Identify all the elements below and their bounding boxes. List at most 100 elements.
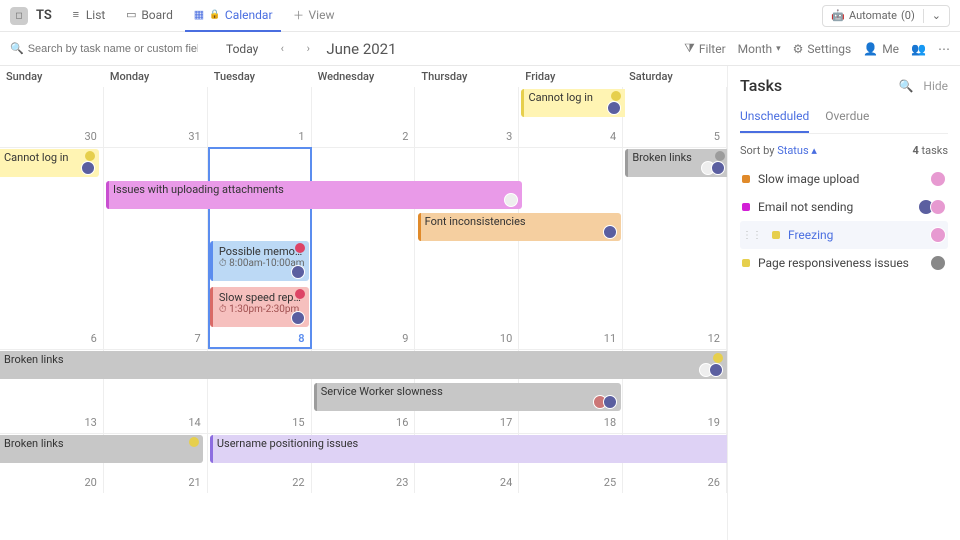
calendar-day[interactable]: 31: [104, 87, 208, 147]
calendar-day[interactable]: 1: [208, 87, 312, 147]
day-number: 15: [292, 416, 304, 429]
today-button[interactable]: Today: [220, 39, 264, 59]
event-title: Slow speed reported: [219, 291, 303, 304]
search-icon[interactable]: 🔍: [898, 79, 913, 93]
calendar-event[interactable]: Cannot log in: [0, 149, 99, 177]
tab-unscheduled[interactable]: Unscheduled: [740, 105, 809, 133]
event-title: Broken links: [4, 353, 723, 366]
day-number: 25: [604, 476, 616, 489]
event-avatars: [607, 101, 621, 115]
day-number: 23: [396, 476, 408, 489]
month-title: June 2021: [326, 40, 396, 58]
add-view-button[interactable]: ＋ View: [285, 0, 343, 32]
month-select[interactable]: Month▾: [738, 42, 781, 56]
me-label: Me: [882, 42, 899, 56]
event-avatars: [603, 225, 617, 239]
tab-calendar[interactable]: ▦ 🔒 Calendar: [185, 0, 281, 32]
status-square: [742, 259, 750, 267]
workspace-icon[interactable]: ◻: [10, 7, 28, 25]
status-square: [742, 175, 750, 183]
event-title: Broken links: [4, 437, 199, 450]
day-number: 3: [506, 130, 512, 143]
event-avatars: [504, 193, 518, 207]
task-item[interactable]: Page responsiveness issues: [740, 249, 948, 277]
dow-header: Wednesday: [312, 66, 416, 87]
tab-overdue[interactable]: Overdue: [825, 105, 869, 133]
calendar-day[interactable]: 2: [312, 87, 416, 147]
event-title: Username positioning issues: [217, 437, 725, 450]
filter-button[interactable]: ⧩Filter: [684, 41, 726, 56]
sort-asc-icon: ▴: [811, 144, 817, 157]
task-count: 4 tasks: [912, 144, 948, 157]
calendar-day[interactable]: 5: [623, 87, 727, 147]
tasks-panel-title: Tasks: [740, 76, 782, 95]
day-number: 6: [91, 332, 97, 345]
calendar-day[interactable]: 10: [415, 147, 519, 349]
event-title: Service Worker slowness: [321, 385, 617, 398]
workspace-name[interactable]: TS: [36, 8, 52, 23]
search-field[interactable]: [28, 43, 198, 55]
event-avatars: [291, 265, 305, 279]
task-avatars: [918, 199, 946, 215]
event-title: Font inconsistencies: [425, 215, 617, 228]
calendar-event[interactable]: Slow speed reported⏱ 1:30pm-2:30pm: [210, 287, 309, 327]
dow-header: Friday: [519, 66, 623, 87]
day-number: 4: [610, 130, 616, 143]
tab-list[interactable]: ≡ List: [62, 0, 114, 32]
task-item[interactable]: ⋮⋮Freezing: [740, 221, 948, 249]
sort-control[interactable]: Sort by Status ▴: [740, 144, 817, 157]
calendar-event[interactable]: Issues with uploading attachments: [106, 181, 522, 209]
calendar-event[interactable]: Cannot log in: [521, 89, 625, 117]
day-number: 22: [292, 476, 304, 489]
calendar-grid[interactable]: SundayMondayTuesdayWednesdayThursdayFrid…: [0, 66, 728, 540]
task-avatars: [930, 171, 946, 187]
day-number: 21: [188, 476, 200, 489]
hide-button[interactable]: Hide: [923, 79, 948, 93]
calendar-day[interactable]: 12: [623, 147, 727, 349]
assignees-button[interactable]: 👥: [911, 42, 926, 56]
person-icon: 👤: [863, 42, 878, 56]
plus-icon: ＋: [293, 9, 305, 21]
calendar-event[interactable]: Possible memory leak⏱ 8:00am-10:00am: [210, 241, 309, 281]
settings-label: Settings: [807, 42, 851, 56]
automate-button[interactable]: 🤖 Automate (0) ⌄: [822, 5, 950, 27]
task-item[interactable]: Email not sending: [740, 193, 948, 221]
tab-board[interactable]: ▭ Board: [117, 0, 181, 32]
me-button[interactable]: 👤 Me: [863, 42, 899, 56]
lock-icon: 🔒: [209, 9, 221, 21]
avatar: [603, 395, 617, 409]
task-item[interactable]: Slow image upload: [740, 165, 948, 193]
calendar-event[interactable]: Broken links: [625, 149, 728, 177]
more-button[interactable]: ⋯: [938, 42, 950, 56]
settings-button[interactable]: ⚙Settings: [793, 42, 852, 56]
list-icon: ≡: [70, 9, 82, 21]
calendar-event[interactable]: Font inconsistencies: [418, 213, 621, 241]
calendar-event[interactable]: Broken links: [0, 435, 203, 463]
avatar: [930, 227, 946, 243]
calendar-day[interactable]: 9: [312, 147, 416, 349]
prev-month-button[interactable]: ‹: [274, 41, 290, 57]
calendar-day[interactable]: 7: [104, 147, 208, 349]
next-month-button[interactable]: ›: [300, 41, 316, 57]
calendar-day[interactable]: 3: [415, 87, 519, 147]
day-number: 18: [604, 416, 616, 429]
calendar-event[interactable]: Service Worker slowness: [314, 383, 621, 411]
event-avatars: [291, 311, 305, 325]
drag-handle-icon[interactable]: ⋮⋮: [742, 230, 762, 241]
avatar: [930, 171, 946, 187]
task-title: Page responsiveness issues: [758, 256, 909, 270]
avatar: [291, 265, 305, 279]
event-avatars: [593, 395, 617, 409]
calendar-day[interactable]: 6: [0, 147, 104, 349]
gear-icon: ⚙: [793, 42, 804, 56]
avatar: [930, 199, 946, 215]
calendar-event[interactable]: Broken links: [0, 351, 727, 379]
calendar-day[interactable]: 30: [0, 87, 104, 147]
tab-label: Calendar: [225, 8, 273, 22]
task-avatars: [930, 255, 946, 271]
calendar-day[interactable]: 11: [519, 147, 623, 349]
day-number: 31: [188, 130, 200, 143]
day-number: 10: [500, 332, 512, 345]
search-input[interactable]: 🔍: [10, 42, 210, 55]
calendar-event[interactable]: Username positioning issues: [210, 435, 728, 463]
